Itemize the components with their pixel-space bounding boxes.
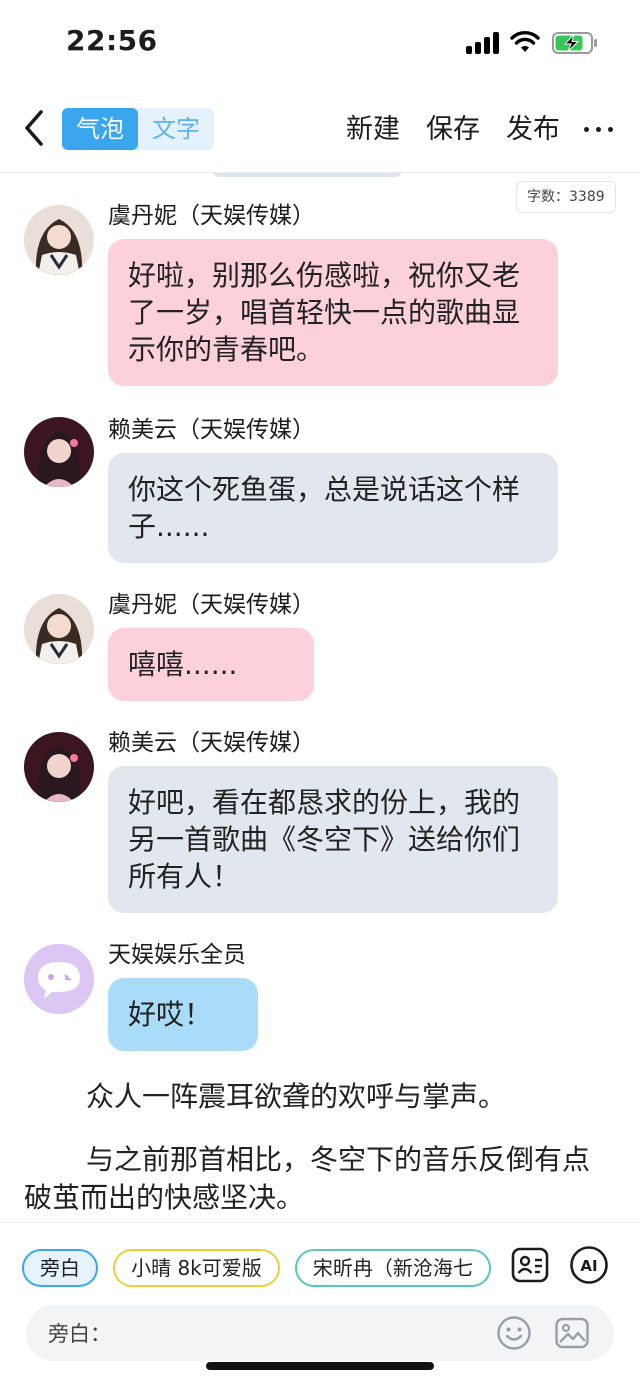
tab-text[interactable]: 文字	[138, 108, 214, 150]
ai-label: AI	[580, 1257, 597, 1275]
wifi-icon	[510, 31, 540, 52]
new-button[interactable]: 新建	[346, 112, 400, 148]
role-chip-narration[interactable]: 旁白	[22, 1249, 98, 1287]
avatar-yu-danni[interactable]	[24, 594, 94, 664]
role-chip[interactable]: 宋昕冉（新沧海七	[294, 1249, 491, 1287]
input-row	[26, 1305, 614, 1361]
sender-name: 虞丹妮（天娱传媒）	[108, 592, 315, 618]
status-time: 22:56	[66, 24, 158, 57]
image-icon[interactable]	[554, 1315, 590, 1351]
sender-name: 赖美云（天娱传媒）	[108, 417, 315, 443]
ai-assistant-icon[interactable]: AI	[569, 1245, 609, 1285]
narration-paragraph[interactable]: 与之前那首相比，冬空下的音乐反倒有点破茧而出的快感坚决。	[24, 1141, 616, 1217]
more-icon[interactable]	[584, 114, 614, 144]
nav-bar: 气泡 文字 新建 保存 发布	[0, 92, 640, 173]
emoji-icon[interactable]	[496, 1315, 532, 1351]
narration-paragraph[interactable]: 众人一阵震耳欲聋的欢呼与掌声。	[24, 1078, 616, 1116]
avatar-lai-meiyun[interactable]	[24, 732, 94, 802]
sender-name: 天娱娱乐全员	[108, 942, 246, 968]
tab-bubble[interactable]: 气泡	[62, 108, 138, 150]
home-indicator[interactable]	[206, 1362, 434, 1370]
sender-name: 虞丹妮（天娱传媒）	[108, 203, 315, 229]
avatar-lai-meiyun[interactable]	[24, 417, 94, 487]
sender-name: 赖美云（天娱传媒）	[108, 730, 315, 756]
message-bubble[interactable]: 好啦，别那么伤感啦，祝你又老了一岁，唱首轻快一点的歌曲显示你的青春吧。	[108, 239, 558, 386]
message-bubble[interactable]: 你这个死鱼蛋，总是说话这个样子......	[108, 453, 558, 563]
message-bubble[interactable]: 好哎！	[108, 978, 258, 1051]
message-bubble[interactable]: 好吧，看在都恳求的份上，我的另一首歌曲《冬空下》送给你们所有人！	[108, 766, 558, 913]
mode-toggle: 气泡 文字	[62, 108, 214, 150]
status-bar: 22:56	[0, 0, 640, 84]
group-avatar[interactable]	[24, 944, 94, 1014]
bottom-panel: 旁白 小晴 8k可爱版 宋昕冉（新沧海七 AI	[0, 1222, 640, 1385]
role-chip[interactable]: 小晴 8k可爱版	[113, 1249, 280, 1287]
publish-button[interactable]: 发布	[506, 112, 560, 148]
previous-bubble-edge	[212, 173, 402, 177]
role-selector: 旁白 小晴 8k可爱版 宋昕冉（新沧海七	[22, 1249, 492, 1287]
narration-input[interactable]	[46, 1313, 490, 1355]
cellular-signal-icon	[466, 32, 502, 54]
message-bubble[interactable]: 嘻嘻......	[108, 628, 314, 701]
avatar-yu-danni[interactable]	[24, 205, 94, 275]
chat-content[interactable]: 字数：3389 虞丹妮（天娱传媒） 好啦，别那么伤感啦，祝你又老了一岁，唱首轻快…	[0, 173, 640, 1223]
back-chevron-icon[interactable]	[16, 106, 56, 150]
word-count-badge: 字数：3389	[516, 181, 616, 213]
screen: 22:56 气泡 文字 新建 保存 发布 字数：3389 虞丹妮（天娱传媒） 好…	[0, 0, 640, 1385]
contact-card-icon[interactable]	[510, 1245, 550, 1285]
save-button[interactable]: 保存	[426, 112, 480, 148]
battery-charging-icon	[552, 32, 597, 54]
chat-bubble-icon	[24, 944, 94, 1014]
